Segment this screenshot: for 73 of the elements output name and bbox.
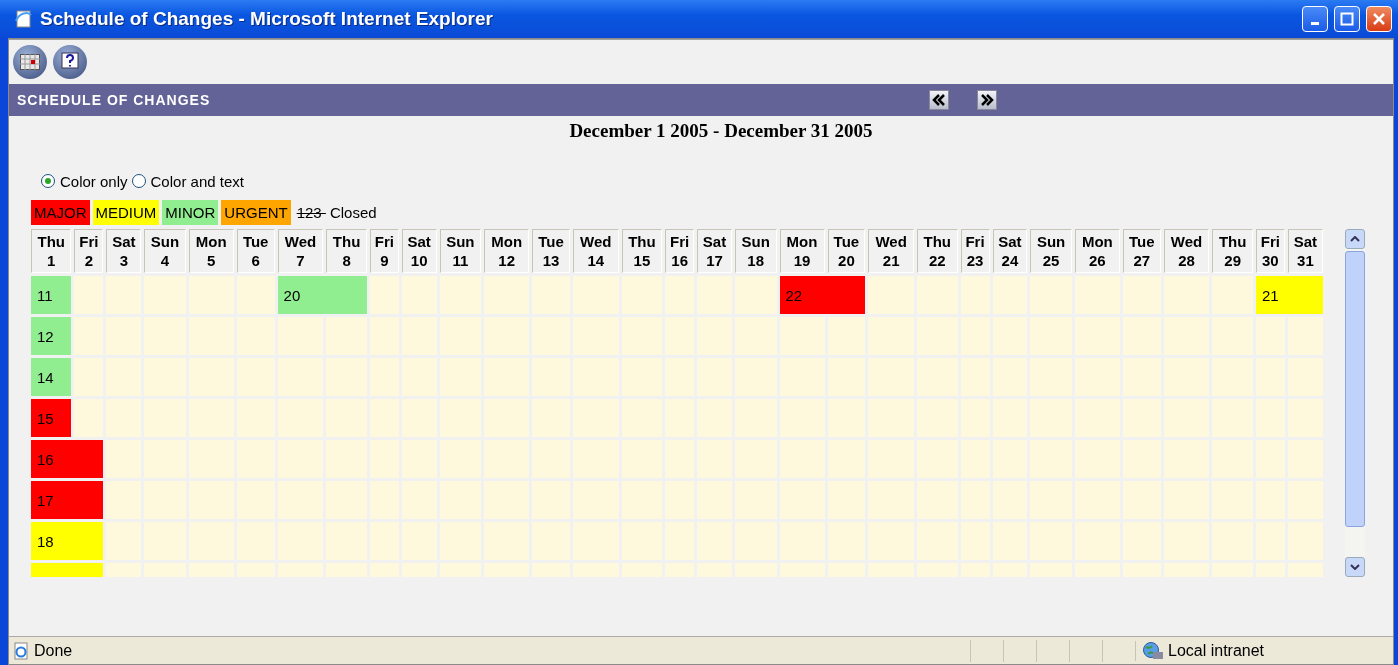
legend-swatch: MINOR (162, 200, 219, 225)
help-icon (60, 52, 80, 72)
day-header: Wed 14 (572, 229, 619, 273)
double-left-chevron-icon (932, 94, 946, 106)
day-header: Tue 13 (532, 229, 570, 273)
status-text: Done (34, 641, 73, 660)
day-header: Fri 2 (74, 229, 104, 273)
calendar-icon (20, 54, 40, 70)
change-cell[interactable]: 20 (277, 276, 367, 314)
change-cell[interactable]: 14 (31, 358, 72, 396)
change-cell[interactable]: 18 (31, 522, 104, 560)
day-header: Mon 12 (484, 229, 530, 273)
day-header: Sun 11 (439, 229, 482, 273)
day-header: Sat 3 (106, 229, 142, 273)
calendar-button[interactable] (13, 45, 47, 79)
change-cell[interactable]: 11 (31, 276, 72, 314)
legend-swatch: URGENT (221, 200, 291, 225)
day-header: Thu 22 (917, 229, 958, 273)
page-icon (14, 9, 34, 29)
change-cell[interactable]: 12 (31, 317, 72, 355)
scrollbar[interactable] (1345, 229, 1365, 577)
radio-label[interactable]: Color and text (150, 172, 244, 190)
day-header: Sat 10 (401, 229, 437, 273)
day-header: Tue 6 (236, 229, 275, 273)
day-header: Fri 9 (369, 229, 399, 273)
radio-button[interactable] (41, 174, 55, 188)
legend-swatch: MEDIUM (92, 200, 160, 225)
minimize-button[interactable] (1302, 6, 1328, 32)
day-header: Fri 23 (960, 229, 990, 273)
day-header: Tue 20 (827, 229, 866, 273)
previous-button[interactable] (929, 90, 949, 110)
change-cell[interactable]: 15 (31, 399, 72, 437)
day-header: Tue 27 (1122, 229, 1161, 273)
closed-legend: 123 Closed (296, 204, 377, 221)
day-header: Thu 15 (621, 229, 663, 273)
day-header: Sun 18 (734, 229, 777, 273)
day-header: Sat 31 (1287, 229, 1323, 273)
change-cell[interactable]: 17 (31, 481, 104, 519)
maximize-icon (1340, 12, 1354, 26)
section-title: SCHEDULE OF CHANGES (17, 92, 212, 108)
day-header: Sat 24 (992, 229, 1028, 273)
help-button[interactable] (53, 45, 87, 79)
close-button[interactable] (1366, 6, 1392, 32)
day-header: Mon 26 (1074, 229, 1120, 273)
day-header: Wed 28 (1163, 229, 1210, 273)
close-icon (1372, 12, 1386, 26)
day-header: Mon 5 (188, 229, 234, 273)
page-icon (12, 641, 30, 660)
change-cell[interactable]: 22 (779, 276, 866, 314)
change-cell[interactable]: 21 (1255, 276, 1323, 314)
globe-icon (1142, 640, 1164, 661)
zone-text: Local intranet (1168, 641, 1265, 660)
minimize-icon (1311, 21, 1319, 25)
day-header: Wed 21 (868, 229, 915, 273)
day-header: Thu 8 (326, 229, 367, 273)
day-header: Wed 7 (277, 229, 324, 273)
day-header: Sat 17 (697, 229, 732, 273)
day-header: Mon 19 (779, 229, 825, 273)
day-header: Thu 29 (1212, 229, 1253, 273)
change-cell[interactable]: 16 (31, 440, 104, 478)
radio-button[interactable] (131, 174, 146, 188)
double-right-chevron-icon (980, 94, 994, 106)
legend-swatch: MAJOR (31, 200, 90, 225)
window-title: Schedule of Changes - Microsoft Internet Explorer (40, 8, 494, 30)
day-header: Fri 16 (665, 229, 695, 273)
day-header: Sun 4 (144, 229, 186, 273)
maximize-button[interactable] (1334, 6, 1360, 32)
day-header: Fri 30 (1255, 229, 1285, 273)
date-range: December 1 2005 - December 31 2005 (569, 120, 873, 143)
day-header: Thu 1 (31, 229, 72, 273)
day-header: Sun 25 (1030, 229, 1072, 273)
next-button[interactable] (977, 90, 997, 110)
radio-label[interactable]: Color only (60, 172, 128, 190)
